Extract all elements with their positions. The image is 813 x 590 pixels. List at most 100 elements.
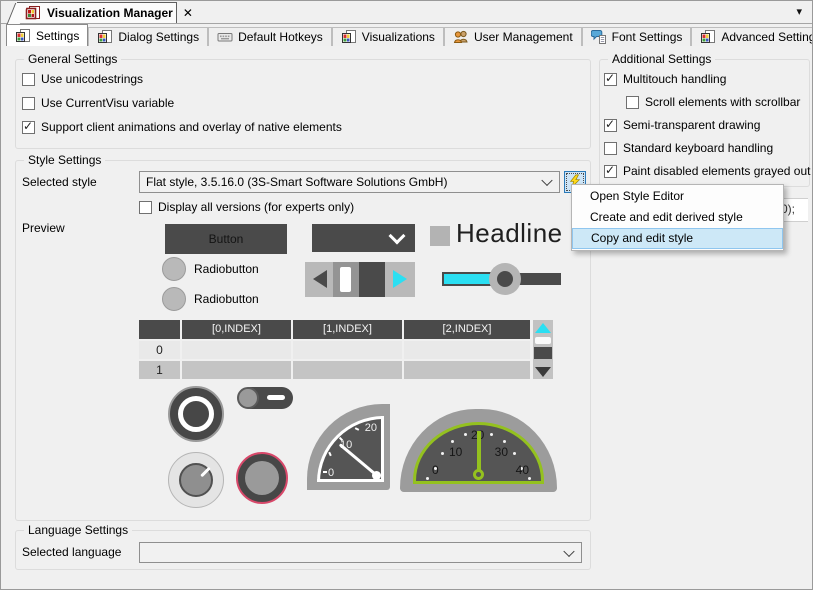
toggle-slot: [267, 395, 285, 400]
checkbox-standard-keyboard-handling[interactable]: Standard keyboard handling: [604, 141, 773, 155]
spin-track: [333, 262, 359, 297]
checkbox[interactable]: [604, 165, 617, 178]
checkbox-label: Support client animations and overlay of…: [41, 120, 342, 134]
gauge-tick: [323, 471, 327, 473]
chevron-down-icon: [389, 228, 406, 245]
preview-radiobutton: [162, 287, 186, 311]
preview-dropdown: [312, 224, 415, 252]
visualization-grid-icon: [341, 29, 357, 45]
checkbox[interactable]: [604, 73, 617, 86]
checkbox-label: Scroll elements with scrollbar: [645, 95, 800, 109]
chevron-down-icon: [541, 175, 552, 186]
spin-block: [359, 262, 385, 297]
tab-visualizations[interactable]: Visualizations: [332, 27, 444, 46]
menu-item-copy-and-edit-style[interactable]: Copy and edit style: [572, 228, 783, 249]
additional-settings-group: Additional Settings Multitouch handling …: [599, 59, 810, 187]
table-cell: [182, 361, 291, 379]
checkbox[interactable]: [22, 121, 35, 134]
preview-button: Button: [165, 224, 287, 254]
scroll-up-icon: [535, 323, 551, 333]
group-title: General Settings: [24, 52, 121, 66]
gauge-tick: [355, 427, 359, 431]
checkbox-label: Use unicodestrings: [41, 72, 143, 86]
close-icon[interactable]: ✕: [183, 6, 193, 20]
preview-checkbox-square: [430, 226, 450, 246]
checkbox[interactable]: [22, 97, 35, 110]
gauge-tick-label: 10: [449, 445, 462, 459]
visualization-manager-icon: [25, 5, 41, 21]
tab-label: Advanced Settings: [721, 30, 813, 44]
tab-user-management[interactable]: User Management: [444, 27, 582, 46]
tab-list-dropdown-icon[interactable]: ▾: [796, 5, 802, 18]
preview-quarter-gauge: 0 10 20: [307, 404, 390, 490]
selected-language-label: Selected language: [22, 545, 121, 559]
preview-slider: [442, 262, 561, 296]
preview-toggle-switch: [239, 387, 293, 409]
checkbox-support-client-animations[interactable]: Support client animations and overlay of…: [22, 120, 342, 134]
checkbox[interactable]: [22, 73, 35, 86]
document-tab-visualization-manager[interactable]: Visualization Manager ✕: [17, 2, 177, 23]
checkbox[interactable]: [626, 96, 639, 109]
selected-style-combobox[interactable]: Flat style, 3.5.16.0 (3S-Smart Software …: [139, 171, 560, 193]
tab-default-hotkeys[interactable]: Default Hotkeys: [208, 27, 332, 46]
table-row-index: 0: [139, 341, 180, 359]
checkbox[interactable]: [604, 119, 617, 132]
selected-language-combobox[interactable]: [139, 542, 582, 563]
style-context-menu: Open Style Editor Create and edit derive…: [571, 184, 784, 251]
checkbox[interactable]: [139, 201, 152, 214]
document-tab-title: Visualization Manager: [47, 6, 173, 20]
scrollbar-block: [534, 347, 552, 359]
checkbox-label: Multitouch handling: [623, 72, 726, 86]
visualization-grid-icon: [700, 29, 716, 45]
preview-round-button: [168, 386, 224, 442]
spin-thumb: [340, 267, 351, 292]
tab-font-settings[interactable]: Font Settings: [582, 27, 692, 46]
checkbox[interactable]: [604, 142, 617, 155]
style-settings-group: Style Settings Selected style Flat style…: [15, 160, 591, 521]
gauge-tick: [528, 477, 531, 480]
checkbox-display-all-versions[interactable]: Display all versions (for experts only): [139, 200, 354, 214]
gauge-tick: [426, 477, 429, 480]
group-title: Additional Settings: [608, 52, 715, 66]
tab-label: Visualizations: [362, 30, 435, 44]
round-button-ring: [178, 396, 214, 432]
scrollbar-thumb: [535, 337, 551, 344]
preview-radiobutton-label: Radiobutton: [194, 262, 259, 276]
tab-label: Settings: [36, 29, 79, 43]
gauge-tick: [451, 440, 454, 443]
group-title: Style Settings: [24, 153, 105, 167]
users-icon: [453, 29, 469, 45]
arrow-left-icon: [313, 270, 327, 288]
menu-item-open-style-editor[interactable]: Open Style Editor: [572, 186, 783, 207]
tab-dialog-settings[interactable]: Dialog Settings: [88, 27, 208, 46]
preview-rotary-knob: [168, 452, 224, 508]
tab-label: User Management: [474, 30, 573, 44]
gauge-tick-label: 0: [432, 463, 439, 477]
knob-pointer: [179, 463, 213, 497]
checkbox-use-currentvisu-variable[interactable]: Use CurrentVisu variable: [22, 96, 174, 110]
table-cell: [182, 341, 291, 359]
checkbox-label: Use CurrentVisu variable: [41, 96, 174, 110]
checkbox-scroll-elements-with-scrollbar[interactable]: Scroll elements with scrollbar: [626, 95, 800, 109]
group-title: Language Settings: [24, 523, 132, 537]
table-cell: [293, 341, 402, 359]
chevron-down-icon: [563, 545, 574, 556]
selected-style-label: Selected style: [22, 175, 97, 189]
preview-radiobutton-label: Radiobutton: [194, 292, 259, 306]
gauge-pivot: [372, 471, 381, 480]
gauge-pivot: [473, 469, 484, 480]
gauge-tick-label: 20: [365, 422, 377, 434]
keyboard-icon: [217, 29, 233, 45]
checkbox-multitouch-handling[interactable]: Multitouch handling: [604, 72, 726, 86]
gauge-tick-label: 30: [495, 445, 508, 459]
tab-advanced-settings[interactable]: Advanced Settings: [691, 27, 813, 46]
checkbox-semi-transparent-drawing[interactable]: Semi-transparent drawing: [604, 118, 760, 132]
tab-settings[interactable]: Settings: [6, 24, 88, 46]
tab-strip: Settings Dialog Settings Default Hotkeys…: [6, 24, 812, 46]
gauge-tick: [503, 440, 506, 443]
menu-item-create-derived-style[interactable]: Create and edit derived style: [572, 207, 783, 228]
checkbox-use-unicodestrings[interactable]: Use unicodestrings: [22, 72, 143, 86]
toggle-knob: [237, 387, 259, 409]
checkbox-label: Standard keyboard handling: [623, 141, 773, 155]
checkbox-paint-disabled-elements[interactable]: Paint disabled elements grayed out: [604, 164, 810, 178]
